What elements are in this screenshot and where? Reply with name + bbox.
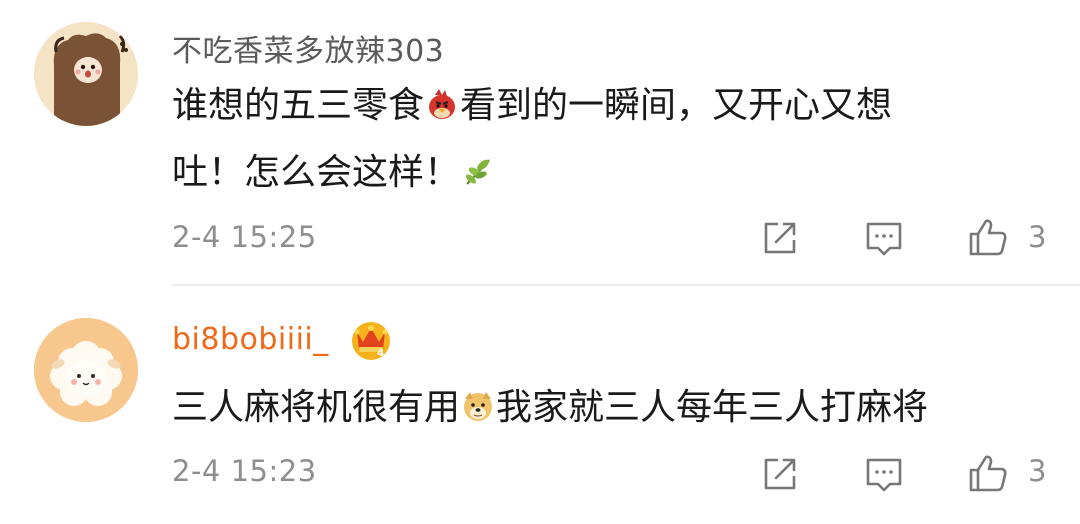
like-count: 3 [1028, 454, 1047, 488]
svg-text:4: 4 [377, 348, 384, 359]
reply-icon [866, 458, 902, 492]
comment-text: 谁想的五三零食 看到的一瞬间，又开心又想 吐！怎么会这样！ [172, 72, 892, 206]
like-count: 3 [1028, 220, 1047, 254]
comment-timestamp: 2-4 15:25 [172, 220, 317, 254]
reply-button[interactable] [862, 216, 906, 260]
crown-vip-icon[interactable]: 4 [348, 316, 394, 362]
comment-item: bi8bobiiii_ 4 三人麻将机很有用 我家就三人每年三人打麻将 2-4 1… [0, 286, 1080, 524]
comment-text-segment: 谁想的五三零食 [172, 85, 425, 126]
like-icon [969, 219, 1007, 256]
angry-bird-emoji-icon [425, 76, 459, 119]
comment-line: 三人麻将机很有用 我家就三人每年三人打麻将 [172, 374, 928, 441]
comment-line: 谁想的五三零食 看到的一瞬间，又开心又想 [172, 72, 892, 139]
sheep-avatar-icon[interactable] [34, 318, 138, 422]
comment-text: 三人麻将机很有用 我家就三人每年三人打麻将 [172, 374, 928, 441]
share-button[interactable] [758, 216, 802, 260]
username[interactable]: bi8bobiiii_ [172, 322, 329, 357]
doge-emoji-icon [461, 378, 495, 421]
username[interactable]: 不吃香菜多放辣303 [172, 26, 444, 70]
leaf-emoji-icon [461, 143, 495, 185]
like-icon [969, 455, 1007, 492]
share-button[interactable] [758, 452, 802, 496]
comment-item: 不吃香菜多放辣303 谁想的五三零食 看到的一瞬间，又开心又想 吐！怎么会这样！ … [0, 0, 1080, 285]
share-icon [764, 458, 796, 490]
alpaca-avatar-icon[interactable] [34, 22, 138, 126]
comment-text-segment: 我家就三人每年三人打麻将 [496, 387, 929, 428]
like-button[interactable] [966, 452, 1010, 496]
comment-timestamp: 2-4 15:23 [172, 454, 317, 488]
reply-icon [866, 222, 902, 256]
share-icon [764, 222, 796, 254]
comment-text-segment: 看到的一瞬间，又开心又想 [460, 85, 893, 126]
reply-button[interactable] [862, 452, 906, 496]
comment-text-segment: 三人麻将机很有用 [172, 387, 461, 428]
comment-text-segment: 吐！怎么会这样！ [172, 152, 461, 193]
comment-line: 吐！怎么会这样！ [172, 139, 892, 206]
like-button[interactable] [966, 216, 1010, 260]
